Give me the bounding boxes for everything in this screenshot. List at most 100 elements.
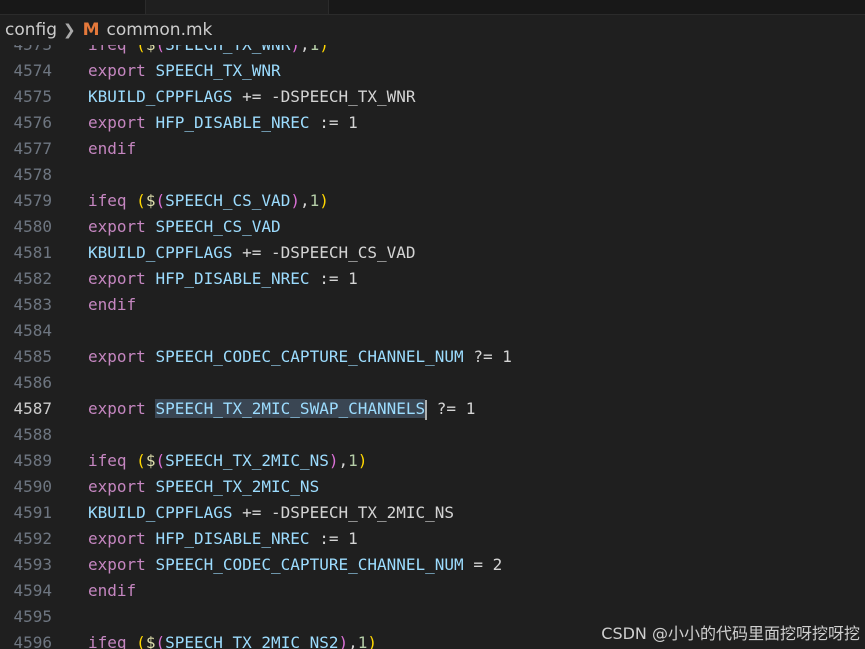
code-token: += -DSPEECH_TX_WNR xyxy=(232,87,416,106)
line-number: 4594 xyxy=(13,581,52,600)
code-line[interactable]: 4594 endif xyxy=(0,578,865,604)
code-line[interactable]: 4577 endif xyxy=(0,136,865,162)
code-text: ifeq ($(SPEECH_TX_2MIC_NS2),1) xyxy=(88,630,377,649)
line-number: 4578 xyxy=(13,165,52,184)
code-line[interactable]: 4578 xyxy=(0,162,865,188)
code-line[interactable]: 4575 KBUILD_CPPFLAGS += -DSPEECH_TX_WNR xyxy=(0,84,865,110)
code-token: endif xyxy=(88,139,137,158)
code-token: ( xyxy=(136,633,146,649)
line-number: 4585 xyxy=(13,347,52,366)
code-token: += -DSPEECH_CS_VAD xyxy=(232,243,416,262)
code-line[interactable]: 4579 ifeq ($(SPEECH_CS_VAD),1) xyxy=(0,188,865,214)
code-token: , xyxy=(348,633,358,649)
code-token: SPEECH_CODEC_CAPTURE_CHANNEL_NUM xyxy=(155,555,464,574)
code-token: export xyxy=(88,529,146,548)
code-token: ( xyxy=(136,451,146,470)
code-token: ) xyxy=(290,191,300,210)
code-line[interactable]: 4586 xyxy=(0,370,865,396)
code-token: ( xyxy=(155,45,165,54)
code-token: ) xyxy=(319,191,329,210)
line-number: 4584 xyxy=(13,321,52,340)
code-token: SPEECH_CS_VAD xyxy=(155,217,281,236)
code-token: $ xyxy=(145,633,156,649)
code-token: export xyxy=(88,347,146,366)
code-line[interactable]: 4580 export SPEECH_CS_VAD xyxy=(0,214,865,240)
line-number: 4591 xyxy=(13,503,52,522)
code-line[interactable]: 4587 export SPEECH_TX_2MIC_SWAP_CHANNELS … xyxy=(0,396,865,422)
line-number: 4587 xyxy=(13,399,52,418)
code-token: $ xyxy=(146,45,156,54)
code-token: := 1 xyxy=(309,113,358,132)
code-token: SPEECH_TX_2MIC_SWAP_CHANNELS xyxy=(155,399,426,418)
code-line[interactable]: 4588 xyxy=(0,422,865,448)
code-line[interactable]: 4591 KBUILD_CPPFLAGS += -DSPEECH_TX_2MIC_… xyxy=(0,500,865,526)
code-text: ifeq ($(SPEECH_TX_2MIC_NS),1) xyxy=(88,448,367,474)
code-token: export xyxy=(88,113,146,132)
line-number: 4580 xyxy=(13,217,52,236)
code-token: ( xyxy=(155,451,166,470)
code-text: KBUILD_CPPFLAGS += -DSPEECH_TX_2MIC_NS xyxy=(88,500,454,526)
tab-bar xyxy=(0,0,865,15)
breadcrumb-folder[interactable]: config xyxy=(5,20,57,40)
code-token: endif xyxy=(88,581,137,600)
tab-common-mk[interactable] xyxy=(145,0,329,14)
line-number: 4577 xyxy=(13,139,52,158)
code-line[interactable]: 4592 export HFP_DISABLE_NREC := 1 xyxy=(0,526,865,552)
line-number: 4593 xyxy=(13,555,52,574)
line-number: 4582 xyxy=(13,269,52,288)
line-number: 4575 xyxy=(13,87,52,106)
code-line[interactable]: 4581 KBUILD_CPPFLAGS += -DSPEECH_CS_VAD xyxy=(0,240,865,266)
code-text: ifeq ($(SPEECH_CS_VAD),1) xyxy=(88,188,329,214)
code-token: SPEECH_CODEC_CAPTURE_CHANNEL_NUM xyxy=(155,347,464,366)
code-line[interactable]: 4583 endif xyxy=(0,292,865,318)
code-line[interactable]: 4593 export SPEECH_CODEC_CAPTURE_CHANNEL_… xyxy=(0,552,865,578)
code-token: ?= 1 xyxy=(463,347,512,366)
code-line[interactable]: 4584 xyxy=(0,318,865,344)
code-line[interactable]: 4585 export SPEECH_CODEC_CAPTURE_CHANNEL_… xyxy=(0,344,865,370)
code-line[interactable]: 4576 export HFP_DISABLE_NREC := 1 xyxy=(0,110,865,136)
line-number: 4586 xyxy=(13,373,52,392)
makefile-icon: M xyxy=(82,20,100,40)
tab-inactive[interactable] xyxy=(0,0,140,14)
code-line[interactable]: 4574 export SPEECH_TX_WNR xyxy=(0,58,865,84)
code-token: HFP_DISABLE_NREC xyxy=(155,269,310,288)
code-token: KBUILD_CPPFLAGS xyxy=(88,243,233,262)
code-token: ( xyxy=(136,45,146,54)
code-line[interactable]: 4582 export HFP_DISABLE_NREC := 1 xyxy=(0,266,865,292)
code-token: $ xyxy=(145,451,156,470)
code-token: export xyxy=(88,61,146,80)
code-token: SPEECH_CS_VAD xyxy=(165,191,291,210)
breadcrumb-file[interactable]: common.mk xyxy=(107,20,213,40)
line-number: 4590 xyxy=(13,477,52,496)
code-token: ) xyxy=(367,633,378,649)
code-token: ) xyxy=(290,45,300,54)
code-line[interactable]: 4589 ifeq ($(SPEECH_TX_2MIC_NS),1) xyxy=(0,448,865,474)
code-token: SPEECH_TX_2MIC_NS xyxy=(165,451,329,470)
code-token: ) xyxy=(338,633,349,649)
code-line[interactable]: 4573ifeq ($(SPEECH_TX_WNR),1) xyxy=(0,45,865,58)
code-text: KBUILD_CPPFLAGS += -DSPEECH_CS_VAD xyxy=(88,240,416,266)
line-number: 4589 xyxy=(13,451,52,470)
code-token: export xyxy=(88,555,146,574)
code-token: SPEECH_TX_WNR xyxy=(165,45,290,54)
code-token: export xyxy=(88,269,146,288)
code-text: endif xyxy=(88,136,136,162)
code-token: , xyxy=(300,45,310,54)
code-token: += -DSPEECH_TX_2MIC_NS xyxy=(232,503,455,522)
code-token: ifeq xyxy=(88,45,127,54)
code-token: ) xyxy=(357,451,368,470)
code-line[interactable]: 4590 export SPEECH_TX_2MIC_NS xyxy=(0,474,865,500)
code-token: , xyxy=(338,451,349,470)
code-text: export SPEECH_TX_WNR xyxy=(88,58,281,84)
code-token: := 1 xyxy=(309,529,358,548)
code-text: KBUILD_CPPFLAGS += -DSPEECH_TX_WNR xyxy=(88,84,416,110)
code-editor[interactable]: 4573ifeq ($(SPEECH_TX_WNR),1)4574export … xyxy=(0,45,865,649)
